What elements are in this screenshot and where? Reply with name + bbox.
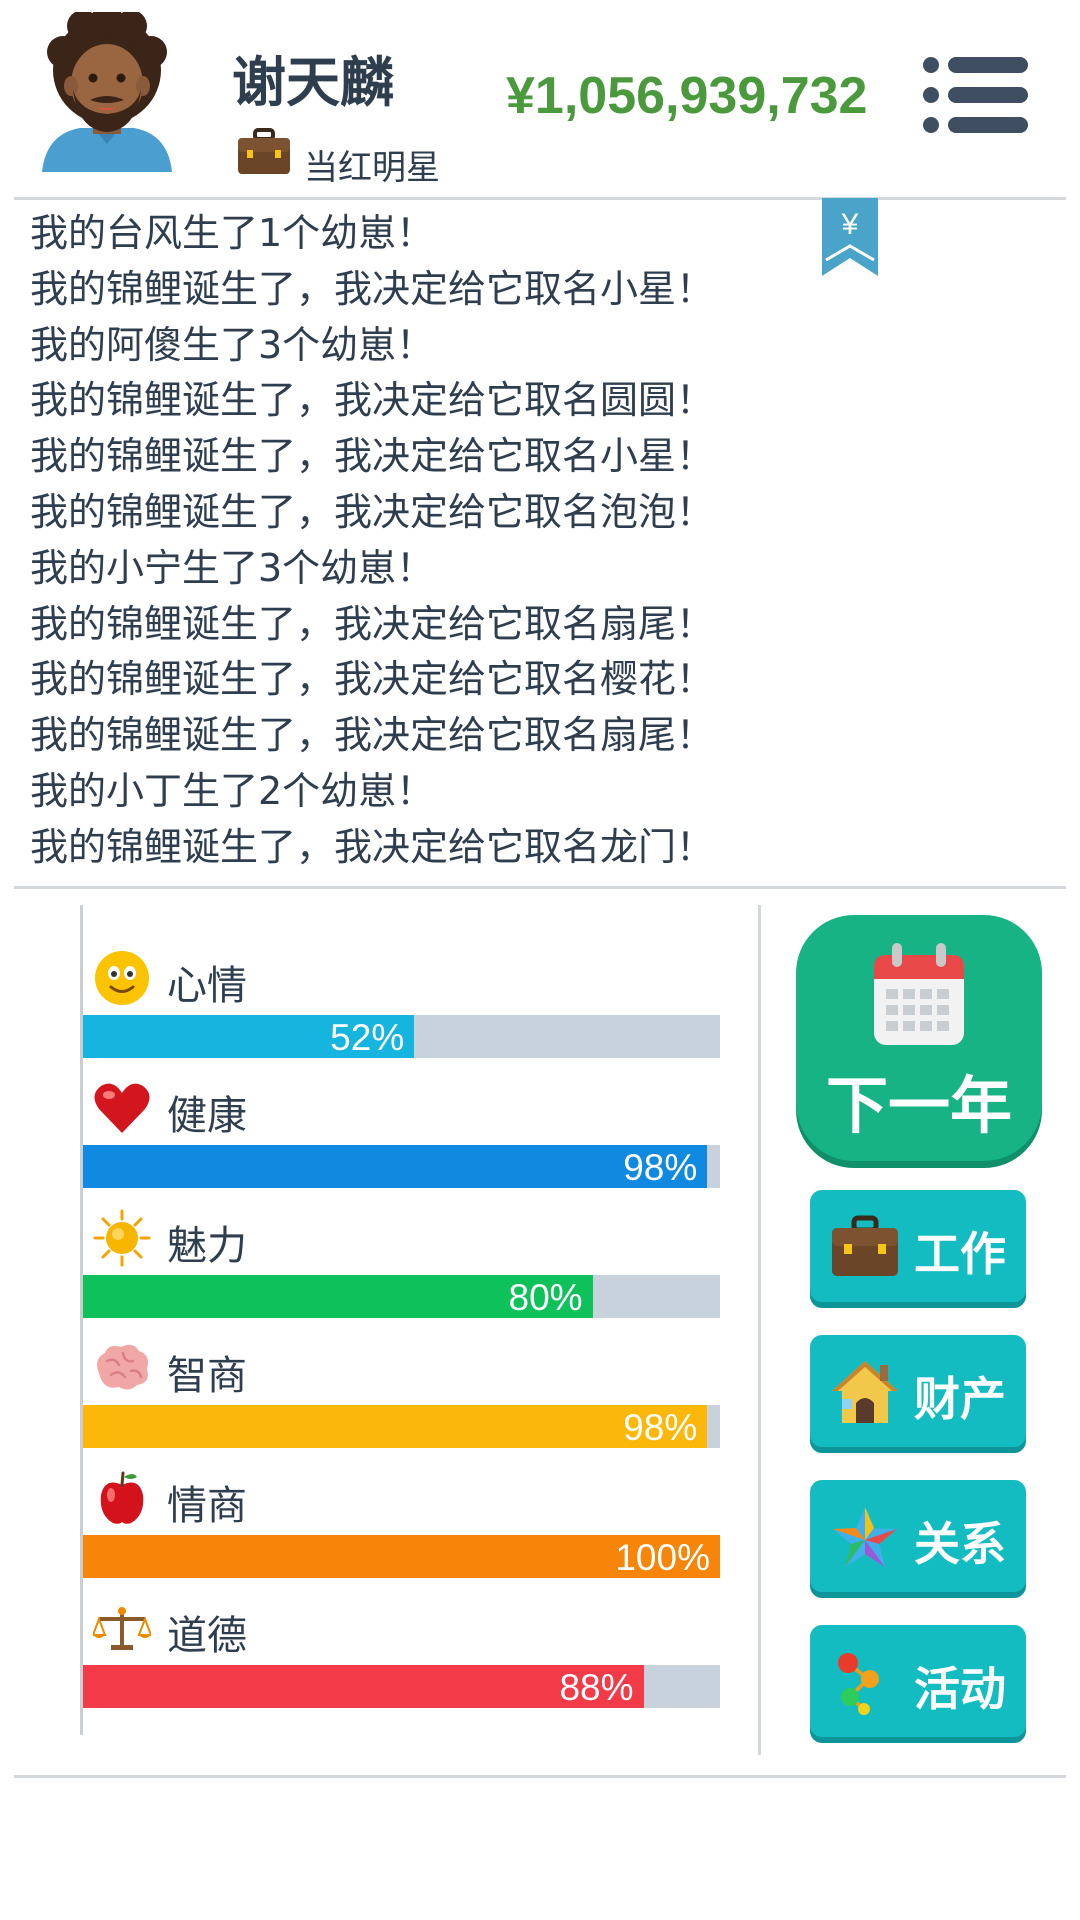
log-line: 我的锦鲤诞生了，我决定给它取名小星！	[30, 266, 715, 311]
briefcase-icon	[238, 128, 290, 174]
relationships-button[interactable]: 关系	[810, 1480, 1026, 1592]
relationships-label: 关系	[914, 1517, 1006, 1571]
job-title: 当红明星	[304, 148, 440, 188]
scales-icon	[93, 1607, 151, 1650]
footer-divider	[14, 1775, 1066, 1778]
stat-bar: 88%	[83, 1665, 720, 1708]
log-line: 我的锦鲤诞生了，我决定给它取名扇尾！	[30, 601, 715, 646]
stat-label: 心情	[167, 963, 247, 1009]
player-name: 谢天麟	[232, 51, 394, 114]
activities-label: 活动	[914, 1662, 1006, 1716]
stat-row: 魅力 80%	[83, 1165, 723, 1318]
profile-header: 谢天麟 当红明星 ¥1,056,939,732	[0, 0, 1080, 197]
briefcase-icon	[832, 1215, 898, 1276]
log-line: 我的锦鲤诞生了，我决定给它取名泡泡！	[30, 489, 715, 534]
star-icon	[833, 1507, 897, 1567]
log-line: 我的锦鲤诞生了，我决定给它取名樱花！	[30, 657, 715, 702]
stat-label: 道德	[167, 1613, 247, 1659]
work-label: 工作	[914, 1227, 1006, 1281]
assets-button[interactable]: 财产	[810, 1335, 1026, 1447]
menu-icon[interactable]	[922, 55, 1030, 135]
stat-label: 健康	[167, 1093, 247, 1139]
log-line: 我的锦鲤诞生了，我决定给它取名圆圆！	[30, 378, 715, 423]
log-line: 我的台风生了1个幼崽！	[30, 211, 435, 255]
apple-icon	[100, 1471, 144, 1524]
money-balance: ¥1,056,939,732	[506, 67, 868, 125]
log-line: 我的锦鲤诞生了，我决定给它取名小星！	[30, 434, 715, 479]
stat-row: 健康 98%	[83, 1035, 723, 1188]
stat-row: 情商 100%	[83, 1425, 723, 1578]
panel-divider	[758, 905, 761, 1755]
stats-panel: 心情 52% 健康 98% 魅力 80% 智商 98% 情商 100% 道德 8…	[80, 905, 723, 1735]
brain-icon	[97, 1344, 148, 1390]
event-log: 我的台风生了1个幼崽！ 我的锦鲤诞生了，我决定给它取名小星！ 我的阿傻生了3个幼…	[30, 206, 790, 876]
bookmark-symbol: ¥	[841, 208, 859, 241]
smiley-icon	[95, 951, 149, 1005]
bookmark-icon[interactable]: ¥	[822, 198, 878, 278]
stat-row: 心情 52%	[83, 905, 723, 1058]
stat-value: 88%	[559, 1667, 634, 1708]
activities-button[interactable]: 活动	[810, 1625, 1026, 1737]
heart-icon	[94, 1083, 150, 1133]
log-line: 我的锦鲤诞生了，我决定给它取名龙门！	[30, 824, 715, 869]
log-line: 我的小丁生了2个幼崽！	[30, 768, 435, 813]
stat-row: 道德 88%	[83, 1555, 723, 1708]
stat-label: 魅力	[167, 1223, 247, 1269]
calendar-icon	[874, 943, 964, 1045]
next-year-label: 下一年	[825, 1069, 1012, 1142]
sun-icon	[93, 1209, 151, 1267]
next-year-button[interactable]: 下一年	[796, 915, 1042, 1161]
stat-label: 智商	[167, 1353, 247, 1399]
activity-icon	[838, 1653, 879, 1715]
stat-label: 情商	[167, 1483, 247, 1529]
header-divider	[14, 197, 1066, 200]
log-line: 我的阿傻生了3个幼崽！	[30, 322, 435, 367]
log-divider	[14, 886, 1066, 889]
log-line: 我的小宁生了3个幼崽！	[30, 545, 435, 590]
stat-row: 智商 98%	[83, 1295, 723, 1448]
log-line: 我的锦鲤诞生了，我决定给它取名扇尾！	[30, 713, 715, 758]
assets-label: 财产	[914, 1372, 1006, 1426]
work-button[interactable]: 工作	[810, 1190, 1026, 1302]
house-icon	[832, 1361, 898, 1423]
avatar-icon[interactable]	[38, 12, 176, 180]
stat-bar-fill: 88%	[83, 1665, 644, 1708]
